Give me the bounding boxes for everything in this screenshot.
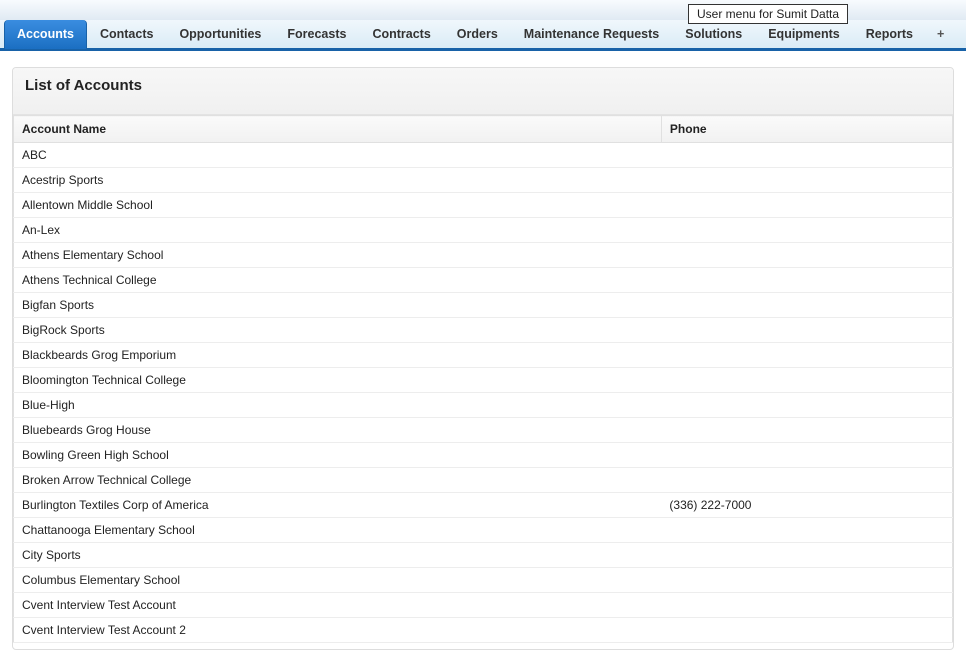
cell-account-name[interactable]: Bowling Green High School	[14, 443, 662, 468]
cell-phone	[661, 418, 952, 443]
table-row[interactable]: Allentown Middle School	[14, 193, 953, 218]
nav-tab-reports[interactable]: Reports	[853, 20, 926, 49]
cell-phone	[661, 518, 952, 543]
cell-account-name[interactable]: Bigfan Sports	[14, 293, 662, 318]
nav-tab-contacts[interactable]: Contacts	[87, 20, 166, 49]
nav-tab-opportunities[interactable]: Opportunities	[166, 20, 274, 49]
cell-phone	[661, 393, 952, 418]
table-row[interactable]: Bluebeards Grog House	[14, 418, 953, 443]
table-row[interactable]: Cvent Interview Test Account 2	[14, 618, 953, 643]
table-row[interactable]: Burlington Textiles Corp of America(336)…	[14, 493, 953, 518]
table-row[interactable]: Chattanooga Elementary School	[14, 518, 953, 543]
cell-phone	[661, 593, 952, 618]
table-row[interactable]: An-Lex	[14, 218, 953, 243]
nav-tab-solutions[interactable]: Solutions	[672, 20, 755, 49]
user-menu-tooltip: User menu for Sumit Datta	[688, 4, 848, 24]
cell-account-name[interactable]: Athens Elementary School	[14, 243, 662, 268]
cell-account-name[interactable]: Columbus Elementary School	[14, 568, 662, 593]
cell-account-name[interactable]: Cvent Interview Test Account 2	[14, 618, 662, 643]
cell-phone	[661, 568, 952, 593]
cell-phone	[661, 343, 952, 368]
col-header-name[interactable]: Account Name	[14, 116, 662, 143]
cell-phone	[661, 143, 952, 168]
cell-phone	[661, 318, 952, 343]
cell-account-name[interactable]: An-Lex	[14, 218, 662, 243]
cell-phone	[661, 218, 952, 243]
col-header-phone[interactable]: Phone	[661, 116, 952, 143]
table-row[interactable]: Cvent Interview Test Account	[14, 593, 953, 618]
table-row[interactable]: Broken Arrow Technical College	[14, 468, 953, 493]
table-row[interactable]: ABC	[14, 143, 953, 168]
cell-account-name[interactable]: Broken Arrow Technical College	[14, 468, 662, 493]
table-row[interactable]: Athens Technical College	[14, 268, 953, 293]
table-row[interactable]: Athens Elementary School	[14, 243, 953, 268]
cell-phone	[661, 293, 952, 318]
cell-phone	[661, 368, 952, 393]
table-row[interactable]: Bloomington Technical College	[14, 368, 953, 393]
cell-account-name[interactable]: Bloomington Technical College	[14, 368, 662, 393]
table-row[interactable]: City Sports	[14, 543, 953, 568]
cell-phone	[661, 243, 952, 268]
cell-account-name[interactable]: Blackbeards Grog Emporium	[14, 343, 662, 368]
panel-header: List of Accounts	[13, 68, 953, 115]
accounts-table-wrap: Account Name Phone ABCAcestrip SportsAll…	[13, 115, 953, 649]
main-nav-bar: AccountsContactsOpportunitiesForecastsCo…	[0, 20, 966, 49]
cell-phone	[661, 543, 952, 568]
table-row[interactable]: Bowling Green High School	[14, 443, 953, 468]
cell-account-name[interactable]: Cvent Interview Test Account	[14, 593, 662, 618]
nav-tab-orders[interactable]: Orders	[444, 20, 511, 49]
page-title: List of Accounts	[25, 77, 941, 94]
nav-tab-contracts[interactable]: Contracts	[359, 20, 443, 49]
table-row[interactable]: Bigfan Sports	[14, 293, 953, 318]
cell-phone	[661, 618, 952, 643]
nav-add-tab[interactable]: +	[926, 20, 955, 49]
cell-phone	[661, 168, 952, 193]
cell-account-name[interactable]: Bluebeards Grog House	[14, 418, 662, 443]
cell-account-name[interactable]: Athens Technical College	[14, 268, 662, 293]
cell-account-name[interactable]: Burlington Textiles Corp of America	[14, 493, 662, 518]
cell-account-name[interactable]: City Sports	[14, 543, 662, 568]
cell-phone	[661, 468, 952, 493]
plus-icon: +	[937, 27, 944, 41]
nav-tab-equipments[interactable]: Equipments	[755, 20, 853, 49]
nav-tab-accounts[interactable]: Accounts	[4, 20, 87, 49]
cell-account-name[interactable]: Allentown Middle School	[14, 193, 662, 218]
cell-phone	[661, 443, 952, 468]
table-row[interactable]: Columbus Elementary School	[14, 568, 953, 593]
table-row[interactable]: Blue-High	[14, 393, 953, 418]
table-row[interactable]: BigRock Sports	[14, 318, 953, 343]
nav-tab-forecasts[interactable]: Forecasts	[274, 20, 359, 49]
cell-account-name[interactable]: BigRock Sports	[14, 318, 662, 343]
accounts-panel: List of Accounts Account Name Phone ABCA…	[12, 67, 954, 650]
nav-more-dropdown[interactable]	[955, 20, 966, 49]
table-row[interactable]: Acestrip Sports	[14, 168, 953, 193]
cell-phone	[661, 193, 952, 218]
accounts-table: Account Name Phone ABCAcestrip SportsAll…	[13, 115, 953, 643]
cell-account-name[interactable]: Chattanooga Elementary School	[14, 518, 662, 543]
cell-phone: (336) 222-7000	[661, 493, 952, 518]
table-row[interactable]: Blackbeards Grog Emporium	[14, 343, 953, 368]
cell-phone	[661, 268, 952, 293]
cell-account-name[interactable]: Acestrip Sports	[14, 168, 662, 193]
table-header-row: Account Name Phone	[14, 116, 953, 143]
cell-account-name[interactable]: ABC	[14, 143, 662, 168]
cell-account-name[interactable]: Blue-High	[14, 393, 662, 418]
nav-tab-maintenance-requests[interactable]: Maintenance Requests	[511, 20, 672, 49]
